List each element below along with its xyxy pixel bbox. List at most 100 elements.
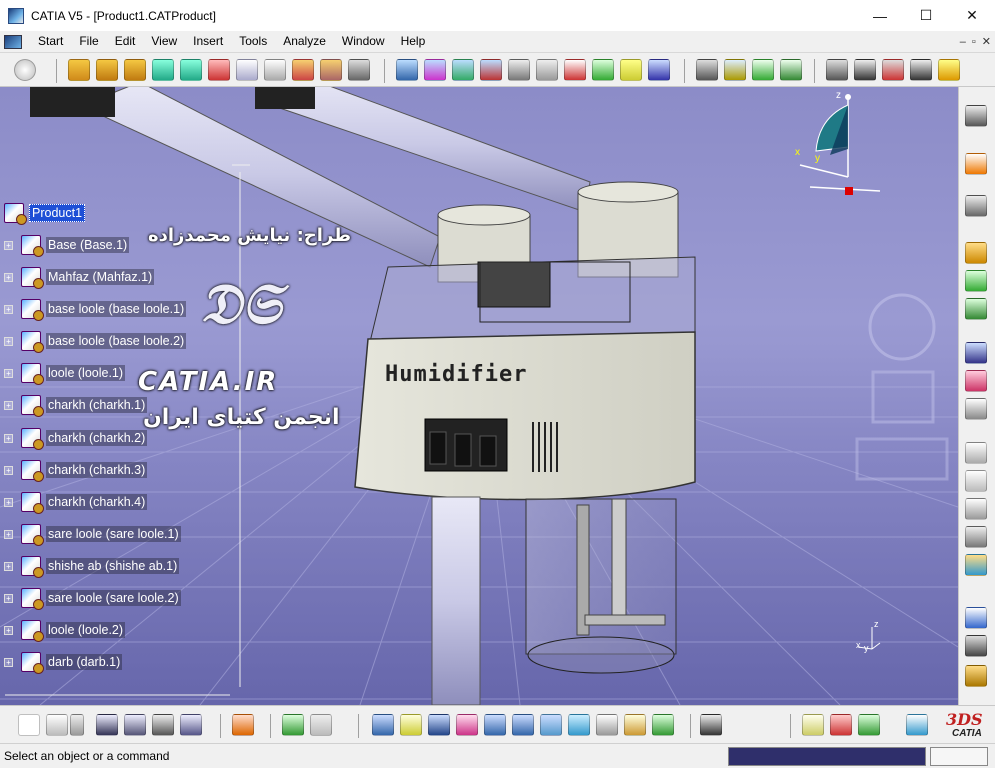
- tree-graph-icon[interactable]: [124, 714, 146, 736]
- existing-component-icon[interactable]: [152, 59, 174, 81]
- insert-product-icon[interactable]: [965, 270, 987, 292]
- minimize-button[interactable]: —: [857, 0, 903, 31]
- grid-icon[interactable]: [232, 714, 254, 736]
- knowledge-icon[interactable]: [70, 714, 84, 736]
- power-input[interactable]: [930, 747, 988, 766]
- tree-node-label[interactable]: darb (darb.1): [46, 654, 123, 670]
- tree-node[interactable]: + base loole (base loole.2): [4, 330, 187, 353]
- tree-node-label[interactable]: Base (Base.1): [46, 237, 130, 253]
- expand-icon[interactable]: +: [4, 433, 13, 443]
- angle-icon[interactable]: [965, 442, 987, 464]
- tree-node[interactable]: + loole (loole.1): [4, 362, 126, 385]
- tree-node-label[interactable]: shishe ab (shishe ab.1): [46, 558, 180, 574]
- gear-icon[interactable]: [965, 105, 987, 127]
- selective-load-icon[interactable]: [264, 59, 286, 81]
- menu-edit[interactable]: Edit: [107, 31, 144, 52]
- iso-view-icon[interactable]: [568, 714, 590, 736]
- bottle-icon[interactable]: [965, 665, 987, 687]
- replace-component-icon[interactable]: [180, 59, 202, 81]
- smart-move-icon[interactable]: [965, 635, 987, 657]
- command-input[interactable]: [728, 747, 926, 766]
- anchor-icon[interactable]: [508, 59, 530, 81]
- measure-item-icon[interactable]: [724, 59, 746, 81]
- expand-icon[interactable]: +: [4, 400, 13, 410]
- tree-node[interactable]: + sare loole (sare loole.1): [4, 523, 181, 546]
- expand-icon[interactable]: +: [4, 529, 13, 539]
- new-component-icon[interactable]: [68, 59, 90, 81]
- tree-node-label[interactable]: sare loole (sare loole.2): [46, 590, 181, 606]
- shading-icon[interactable]: [596, 714, 618, 736]
- zoom-out-icon[interactable]: [512, 714, 534, 736]
- tree-node-label[interactable]: base loole (base loole.1): [46, 301, 187, 317]
- table-icon[interactable]: [96, 714, 118, 736]
- document-minimize-button[interactable]: –: [960, 36, 966, 48]
- comment-icon[interactable]: [46, 714, 68, 736]
- select-icon[interactable]: [965, 153, 987, 175]
- maximize-button[interactable]: ☐: [903, 0, 949, 31]
- expand-icon[interactable]: +: [4, 561, 13, 571]
- refresh-icon[interactable]: [14, 59, 36, 81]
- new-part-icon[interactable]: [124, 59, 146, 81]
- measure-between-icon[interactable]: [696, 59, 718, 81]
- expand-icon[interactable]: +: [4, 497, 13, 507]
- document-restore-button[interactable]: ▫: [972, 36, 976, 48]
- manipulation-icon[interactable]: [396, 59, 418, 81]
- pan-icon[interactable]: [428, 714, 450, 736]
- tree-node[interactable]: + sare loole (sare loole.2): [4, 587, 181, 610]
- fly-mode-icon[interactable]: [372, 714, 394, 736]
- expand-icon[interactable]: +: [4, 240, 13, 250]
- tree-node-label[interactable]: charkh (charkh.3): [46, 462, 148, 478]
- apply-material-icon[interactable]: [802, 714, 824, 736]
- fast-multi-instantiation-icon[interactable]: [348, 59, 370, 81]
- tree-node-label[interactable]: Mahfaz (Mahfaz.1): [46, 269, 155, 285]
- constraint-contact-icon[interactable]: [965, 370, 987, 392]
- render-icon[interactable]: [830, 714, 852, 736]
- graph-tree-reordering-icon[interactable]: [208, 59, 230, 81]
- tree-node-label[interactable]: loole (loole.2): [46, 622, 126, 638]
- tree-node-label[interactable]: charkh (charkh.1): [46, 397, 148, 413]
- flag-note-icon[interactable]: [965, 498, 987, 520]
- expand-icon[interactable]: +: [4, 336, 13, 346]
- pocket-icon[interactable]: [882, 59, 904, 81]
- formula-icon[interactable]: [18, 714, 40, 736]
- tree-node[interactable]: + charkh (charkh.1): [4, 394, 148, 417]
- tree-node[interactable]: + base loole (base loole.1): [4, 298, 187, 321]
- expand-icon[interactable]: +: [4, 304, 13, 314]
- expand-icon[interactable]: +: [4, 657, 13, 667]
- publish-icon[interactable]: [906, 714, 928, 736]
- tree-node[interactable]: + loole (loole.2): [4, 619, 126, 642]
- dimension-icon[interactable]: [965, 607, 987, 629]
- zoom-in-icon[interactable]: [484, 714, 506, 736]
- camera-icon[interactable]: [700, 714, 722, 736]
- expand-icon[interactable]: +: [4, 272, 13, 282]
- multi-instantiation-icon[interactable]: [320, 59, 342, 81]
- swap-space-icon[interactable]: [652, 714, 674, 736]
- new-product-icon[interactable]: [96, 59, 118, 81]
- tree-root-label[interactable]: Product1: [29, 204, 86, 222]
- hide-show-icon[interactable]: [624, 714, 646, 736]
- rotate-icon[interactable]: [456, 714, 478, 736]
- edit-constraint-icon[interactable]: [536, 59, 558, 81]
- tree-node[interactable]: + charkh (charkh.2): [4, 427, 148, 450]
- list-icon[interactable]: [180, 714, 202, 736]
- tree-node-label[interactable]: charkh (charkh.4): [46, 494, 148, 510]
- redo-icon[interactable]: [310, 714, 332, 736]
- weld-icon[interactable]: [965, 526, 987, 548]
- menu-insert[interactable]: Insert: [185, 31, 231, 52]
- tree-node[interactable]: + shishe ab (shishe ab.1): [4, 555, 180, 578]
- bill-of-material-icon[interactable]: [780, 59, 802, 81]
- normal-view-icon[interactable]: [540, 714, 562, 736]
- generate-numbering-icon[interactable]: [236, 59, 258, 81]
- tree-node[interactable]: + Base (Base.1): [4, 234, 130, 257]
- snap-icon[interactable]: [424, 59, 446, 81]
- undo-icon[interactable]: [282, 714, 304, 736]
- insert-part-icon[interactable]: [965, 298, 987, 320]
- tree-node[interactable]: + darb (darb.1): [4, 651, 123, 674]
- close-button[interactable]: ✕: [949, 0, 995, 31]
- split-icon[interactable]: [826, 59, 848, 81]
- expand-icon[interactable]: +: [4, 625, 13, 635]
- 3d-viewport[interactable]: Product1 + Base (Base.1) + Mahfaz (Mahfa…: [0, 87, 958, 705]
- menu-help[interactable]: Help: [393, 31, 434, 52]
- remove-icon[interactable]: [910, 59, 932, 81]
- stop-manipulate-on-clash-icon[interactable]: [480, 59, 502, 81]
